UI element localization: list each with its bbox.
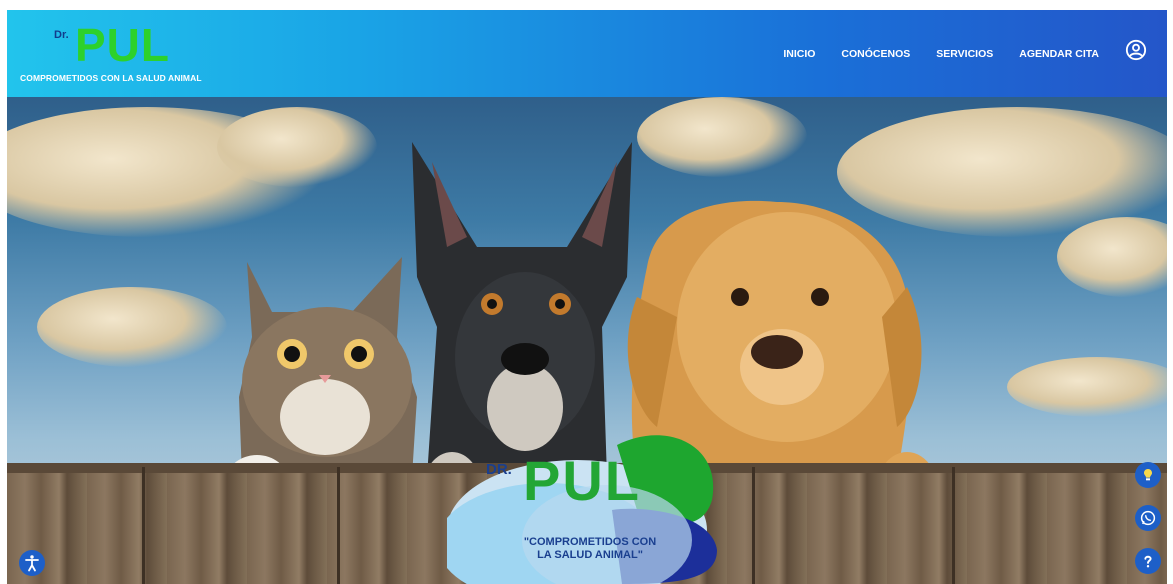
fence-gap [952, 467, 955, 584]
fence-gap [337, 467, 340, 584]
brand-prefix: Dr. [54, 29, 69, 41]
accessibility-icon [25, 555, 39, 572]
hero-logo-prefix: DR. [486, 461, 512, 478]
nav-item-servicios[interactable]: SERVICIOS [936, 48, 993, 60]
brand-tagline: COMPROMETIDOS CON LA SALUD ANIMAL [20, 73, 202, 83]
whatsapp-button[interactable] [1135, 505, 1161, 531]
help-button[interactable] [1135, 548, 1161, 574]
page: Dr. PUL COMPROMETIDOS CON LA SALUD ANIMA… [7, 10, 1167, 584]
nav-item-inicio[interactable]: INICIO [783, 48, 815, 60]
hero-banner: DR. PUL "COMPROMETIDOS CON LA SALUD ANIM… [7, 97, 1167, 584]
hero-logo: DR. PUL "COMPROMETIDOS CON LA SALUD ANIM… [447, 425, 727, 584]
help-icon [1144, 555, 1152, 568]
main-nav: INICIO CONÓCENOS SERVICIOS AGENDAR CITA [783, 10, 1167, 97]
fence-gap [752, 467, 755, 584]
fence-gap [142, 467, 145, 584]
user-circle-icon[interactable] [1125, 39, 1147, 61]
whatsapp-icon [1140, 510, 1156, 526]
nav-item-conocenos[interactable]: CONÓCENOS [841, 48, 910, 60]
accessibility-button[interactable] [19, 550, 45, 576]
tips-button[interactable] [1135, 462, 1161, 488]
brand-name: PUL [75, 19, 170, 71]
hero-logo-name: PUL [523, 449, 641, 512]
brand-logo[interactable]: Dr. PUL COMPROMETIDOS CON LA SALUD ANIMA… [17, 19, 217, 92]
nav-item-agendar-cita[interactable]: AGENDAR CITA [1019, 48, 1099, 60]
lightbulb-icon [1144, 469, 1152, 481]
top-navbar: Dr. PUL COMPROMETIDOS CON LA SALUD ANIMA… [7, 10, 1167, 97]
hero-logo-tagline: "COMPROMETIDOS CON LA SALUD ANIMAL" [523, 536, 657, 561]
